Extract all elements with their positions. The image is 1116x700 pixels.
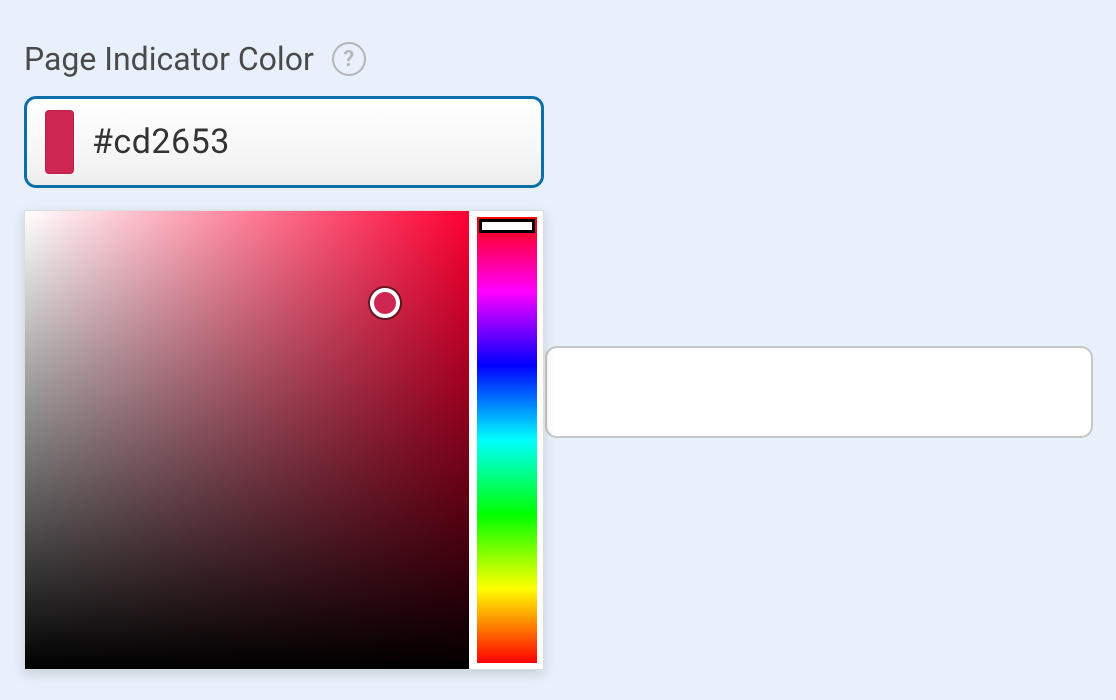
color-picker-panel	[24, 210, 544, 670]
secondary-input[interactable]	[545, 346, 1093, 438]
hue-slider[interactable]	[477, 217, 537, 663]
saturation-black-overlay	[25, 211, 469, 669]
hue-cursor	[479, 219, 535, 233]
color-input-trigger[interactable]	[24, 96, 544, 188]
help-icon[interactable]: ?	[332, 42, 366, 76]
saturation-area[interactable]	[25, 211, 469, 669]
field-label-row: Page Indicator Color ?	[24, 40, 1092, 78]
field-label: Page Indicator Color	[24, 40, 314, 78]
color-swatch-preview	[45, 110, 74, 174]
color-hex-input[interactable]	[92, 122, 523, 162]
